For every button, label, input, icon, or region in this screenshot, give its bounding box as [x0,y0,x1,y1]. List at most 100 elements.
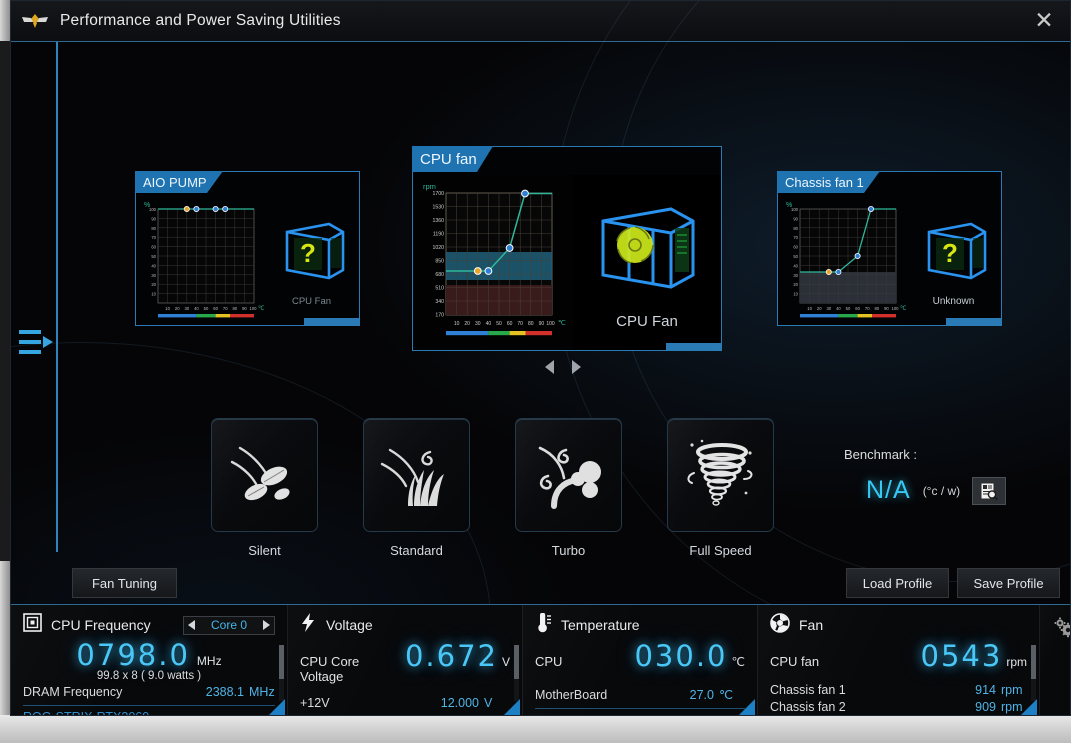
svg-text:40: 40 [151,263,156,268]
benchmark-value: N/A [866,476,911,505]
fan-preview-aio-pump: ? CPU Fan [264,196,359,325]
pc-case-unknown-icon: ? [915,214,993,292]
dram-frequency-row: DRAM Frequency 2388.1 MHz [23,685,275,699]
save-profile-button[interactable]: Save Profile [957,568,1060,598]
svg-text:60: 60 [793,245,798,250]
tuf-gaming-logo-icon [20,10,50,32]
svg-text:70: 70 [517,321,523,327]
svg-text:90: 90 [884,306,889,311]
monitor-bar: CPU Frequency Core 0 0798.0 MHz 99.8 x 8… [11,605,1071,716]
panel-corner-marker [1021,699,1037,715]
fan-card-cpu-fan[interactable]: CPU fan rpm [412,146,722,351]
voltage-row-5v: +5V 5.000 V [300,713,510,716]
panel-scrollbar[interactable] [514,645,519,701]
card-notch [946,318,1002,326]
close-icon[interactable]: ✕ [1024,5,1064,37]
row-key: +12V [300,696,330,710]
hamburger-bar [19,350,41,354]
svg-text:10: 10 [807,306,812,311]
fan-tuning-button[interactable]: Fan Tuning [72,568,177,598]
leaf-wind-icon[interactable] [211,418,318,532]
gears-settings-icon[interactable] [1052,616,1071,645]
chevron-right-icon[interactable] [263,620,270,630]
report-search-icon[interactable] [972,477,1006,505]
thermometer-icon [535,613,552,638]
monitor-panel-voltage: Voltage CPU Core Voltage 0.672 V +12V 12… [288,605,523,716]
fan-profile-buttons: Silent [211,418,831,558]
svg-text:rpm: rpm [423,182,436,191]
title-bar: Performance and Power Saving Utilities ✕ [11,1,1070,42]
fan-curve-chart-chassis-fan-1[interactable]: % [778,196,906,325]
svg-text:30: 30 [151,273,156,278]
scrollbar-thumb[interactable] [514,645,519,679]
desktop-left-strip-dark [0,41,10,561]
chevron-left-icon[interactable] [545,360,554,374]
load-profile-button[interactable]: Load Profile [846,568,949,598]
lightning-bolt-icon [300,613,317,637]
core-selector-label: Core 0 [211,618,247,632]
scrollbar-thumb[interactable] [1031,645,1036,679]
fan-preview-chassis-fan-1: ? Unknown [906,196,1001,325]
svg-text:?: ? [300,238,316,268]
cpu-temperature-label: CPU [535,654,562,669]
profile-turbo[interactable]: Turbo [515,418,622,558]
profile-standard[interactable]: Standard [363,418,470,558]
svg-text:1700: 1700 [432,191,444,197]
window-body: AIO PUMP % [11,42,1070,716]
taskbar [0,715,1071,743]
profile-label: Silent [248,543,281,558]
row-key: Chassis fan 2 [770,700,846,714]
cpu-chip-icon [23,613,42,637]
panel-scrollbar[interactable] [279,645,284,701]
fan-card-carousel: AIO PUMP % [57,84,1069,384]
profile-silent[interactable]: Silent [211,418,318,558]
svg-text:100: 100 [546,321,555,327]
scrollbar-thumb[interactable] [279,645,284,679]
panel-title: Temperature [561,617,640,633]
fan-card-chassis-fan-1[interactable]: Chassis fan 1 % [777,171,1002,326]
panel-corner-marker [269,699,285,715]
fan-curve-chart-aio-pump[interactable]: % [136,196,264,325]
tornado-icon[interactable] [667,418,774,532]
monitor-panel-cpu-frequency: CPU Frequency Core 0 0798.0 MHz 99.8 x 8… [11,605,288,716]
chevron-right-icon[interactable] [572,360,581,374]
panel-scrollbar[interactable] [1031,645,1036,701]
cpu-frequency-value: 0798.0 [76,638,189,672]
fan-preview-label: CPU Fan [616,313,678,330]
fan-preview-label: CPU Fan [292,296,331,307]
svg-text:70: 70 [865,306,870,311]
carousel-navigation [57,354,1069,380]
divider [535,708,745,709]
svg-text:1360: 1360 [432,218,444,224]
profile-full-speed[interactable]: Full Speed [667,418,774,558]
fan-card-aio-pump[interactable]: AIO PUMP % [135,171,360,326]
svg-text:510: 510 [435,286,444,292]
svg-text:1190: 1190 [433,232,444,238]
fan-curve-chart-cpu-fan[interactable]: rpm [413,175,573,350]
cpu-fan-label: CPU fan [770,654,819,669]
cpu-fan-unit: rpm [1006,655,1027,669]
row-value: 914 [975,683,996,697]
row-value: 5.000 [448,713,479,716]
svg-text:20: 20 [175,306,180,311]
fan-preview-cpu-fan: CPU Fan [573,175,721,350]
sidebar-toggle-button[interactable] [19,327,55,359]
divider [23,705,275,706]
svg-text:90: 90 [151,216,156,221]
hamburger-menu-expand-icon [43,336,53,348]
grass-wind-icon[interactable] [363,418,470,532]
row-value: 909 [975,700,996,714]
svg-text:10: 10 [454,321,460,327]
chevron-left-icon[interactable] [188,620,195,630]
svg-text:70: 70 [793,235,798,240]
svg-text:60: 60 [507,321,513,327]
cloud-swirl-icon[interactable] [515,418,622,532]
svg-text:60: 60 [151,245,156,250]
svg-text:90: 90 [793,216,798,221]
chassis-fan-2-row: Chassis fan 2 909 rpm [770,700,1027,714]
svg-text:80: 80 [151,226,156,231]
core-selector[interactable]: Core 0 [183,616,275,635]
row-unit: rpm [1001,683,1027,697]
svg-text:10: 10 [165,306,170,311]
svg-text:?: ? [942,238,958,268]
